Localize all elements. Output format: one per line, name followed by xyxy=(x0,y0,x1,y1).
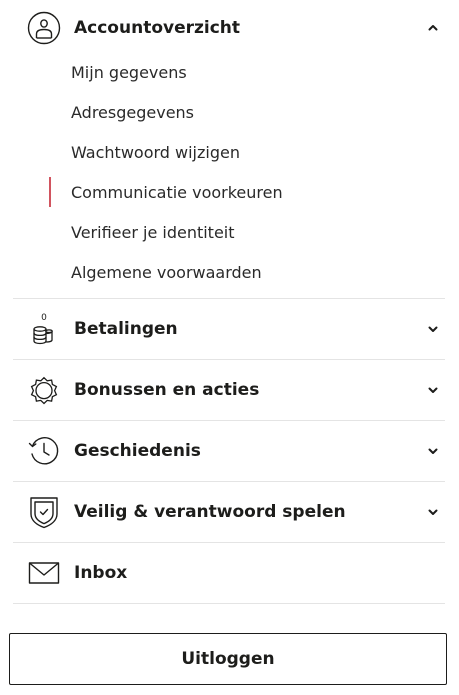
history-clock-icon xyxy=(27,434,61,468)
section-account: Accountoverzicht Mijn gegevens Adresgege… xyxy=(13,0,445,299)
account-title: Accountoverzicht xyxy=(74,18,241,38)
subitem-label: Algemene voorwaarden xyxy=(71,262,262,282)
svg-text:0: 0 xyxy=(41,313,47,323)
subitem-mijn-gegevens[interactable]: Mijn gegevens xyxy=(13,52,445,92)
subitem-label: Communicatie voorkeuren xyxy=(71,182,283,202)
logout-button[interactable]: Uitloggen xyxy=(9,633,447,685)
subitem-algemene-voorwaarden[interactable]: Algemene voorwaarden xyxy=(13,252,445,292)
section-bonuses: Bonussen en acties xyxy=(13,360,445,421)
inbox-title: Inbox xyxy=(74,563,128,583)
section-safe-play: Veilig & verantwoord spelen xyxy=(13,482,445,543)
subitem-adresgegevens[interactable]: Adresgegevens xyxy=(13,92,445,132)
section-history: Geschiedenis xyxy=(13,421,445,482)
section-inbox: Inbox xyxy=(13,543,445,604)
account-subitems: Mijn gegevens Adresgegevens Wachtwoord w… xyxy=(13,52,445,298)
inbox-header[interactable]: Inbox xyxy=(13,543,445,603)
subitem-label: Adresgegevens xyxy=(71,102,195,122)
subitem-label: Verifieer je identiteit xyxy=(71,222,235,242)
envelope-icon xyxy=(27,556,61,590)
chevron-down-icon xyxy=(427,384,439,396)
subitem-label: Wachtwoord wijzigen xyxy=(71,142,240,162)
chevron-down-icon xyxy=(427,506,439,518)
safe-play-title: Veilig & verantwoord spelen xyxy=(74,502,346,522)
active-marker xyxy=(49,177,51,207)
bonuses-title: Bonussen en acties xyxy=(74,380,260,400)
chevron-down-icon xyxy=(427,445,439,457)
payments-title: Betalingen xyxy=(74,319,178,339)
chevron-down-icon xyxy=(427,323,439,335)
history-title: Geschiedenis xyxy=(74,441,201,461)
chevron-up-icon xyxy=(427,22,439,34)
account-menu: Accountoverzicht Mijn gegevens Adresgege… xyxy=(13,0,445,604)
history-header[interactable]: Geschiedenis xyxy=(13,421,445,481)
shield-check-icon xyxy=(27,495,61,529)
user-icon xyxy=(27,11,61,45)
safe-play-header[interactable]: Veilig & verantwoord spelen xyxy=(13,482,445,542)
subitem-verifieer-identiteit[interactable]: Verifieer je identiteit xyxy=(13,212,445,252)
account-header[interactable]: Accountoverzicht xyxy=(13,0,445,56)
subitem-communicatie-voorkeuren[interactable]: Communicatie voorkeuren xyxy=(13,172,445,212)
gear-badge-icon xyxy=(27,373,61,407)
bonuses-header[interactable]: Bonussen en acties xyxy=(13,360,445,420)
subitem-wachtwoord-wijzigen[interactable]: Wachtwoord wijzigen xyxy=(13,132,445,172)
payments-header[interactable]: 0 Betalingen xyxy=(13,299,445,359)
section-payments: 0 Betalingen xyxy=(13,299,445,360)
coins-icon: 0 xyxy=(27,312,61,346)
subitem-label: Mijn gegevens xyxy=(71,62,187,82)
